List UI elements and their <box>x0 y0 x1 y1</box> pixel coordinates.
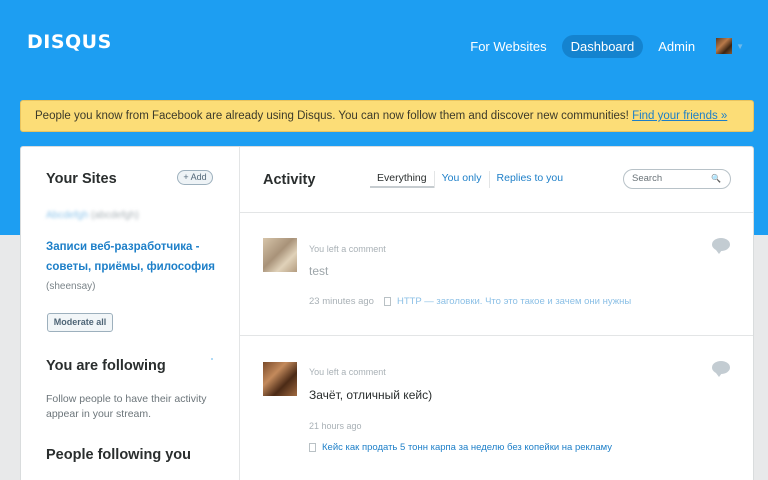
post-meta: You left a comment <box>309 367 386 377</box>
post-meta: You left a comment <box>309 244 386 254</box>
nav-dashboard[interactable]: Dashboard <box>561 34 644 58</box>
find-friends-link[interactable]: Find your friends » <box>632 110 727 122</box>
dashboard-card: Your Sites + Add Abcdefgh (abcdefgh) Зап… <box>20 146 754 480</box>
thread-link[interactable]: HTTP — заголовки. Что это такое и зачем … <box>397 296 631 307</box>
your-sites-title: Your Sites <box>46 171 117 187</box>
disqus-logo[interactable]: DISQUS <box>27 31 112 53</box>
document-icon <box>383 297 391 306</box>
comment-text: Зачёт, отличный кейс) <box>309 388 433 402</box>
post-time[interactable]: 21 hours ago <box>309 421 362 431</box>
blurred-site[interactable]: Abcdefgh (abcdefgh) <box>46 210 139 221</box>
comment-bubble-icon[interactable] <box>712 361 730 377</box>
site-owner: (sheensay) <box>46 281 96 292</box>
site-link[interactable]: Записи веб-разработчика - советы, приёмы… <box>46 237 221 277</box>
commenter-avatar[interactable] <box>263 238 297 272</box>
sidebar: Your Sites + Add Abcdefgh (abcdefgh) Зап… <box>21 147 240 480</box>
comment-bubble-icon[interactable] <box>712 238 730 254</box>
activity-header: Activity Everything You only Replies to … <box>240 147 753 213</box>
search-icon[interactable]: 🔍 <box>711 170 721 188</box>
add-site-button[interactable]: + Add <box>177 170 213 185</box>
tab-everything[interactable]: Everything <box>370 171 434 188</box>
post-footer: 23 minutes ago HTTP — заголовки. Что это… <box>309 296 631 307</box>
following-title: You are following <box>46 358 166 374</box>
activity-title: Activity <box>263 172 316 188</box>
commenter-avatar[interactable] <box>263 362 297 396</box>
activity-item: You left a comment test 23 minutes ago H… <box>240 213 753 336</box>
nav-for-websites[interactable]: For Websites <box>461 35 555 58</box>
search-placeholder: Search <box>632 173 663 184</box>
activity-tabs: Everything You only Replies to you <box>370 171 570 188</box>
facebook-notice: People you know from Facebook are alread… <box>20 100 754 132</box>
following-text: Follow people to have their activity app… <box>46 393 207 420</box>
tab-you-only[interactable]: You only <box>433 171 489 188</box>
chevron-down-icon[interactable]: ▼ <box>736 42 744 51</box>
post-footer: Кейс как продать 5 тонн карпа за неделю … <box>309 442 612 453</box>
comment-text: test <box>309 264 329 278</box>
user-avatar[interactable] <box>716 38 733 54</box>
thread-link[interactable]: Кейс как продать 5 тонн карпа за неделю … <box>322 442 612 453</box>
tab-replies[interactable]: Replies to you <box>488 171 571 188</box>
moderate-all-button[interactable]: Moderate all <box>47 313 113 332</box>
document-icon <box>309 443 316 452</box>
activity-panel: Activity Everything You only Replies to … <box>240 147 753 480</box>
followers-title: People following you <box>46 447 191 463</box>
activity-item: You left a comment Зачёт, отличный кейс)… <box>240 336 753 480</box>
top-navigation: For Websites Dashboard Admin ▼ <box>455 34 744 58</box>
post-time[interactable]: 23 minutes ago <box>309 296 374 307</box>
search-input[interactable]: Search 🔍 <box>623 169 731 189</box>
notice-text: People you know from Facebook are alread… <box>35 110 629 122</box>
nav-admin[interactable]: Admin <box>649 35 704 58</box>
divider-dot <box>211 358 213 360</box>
